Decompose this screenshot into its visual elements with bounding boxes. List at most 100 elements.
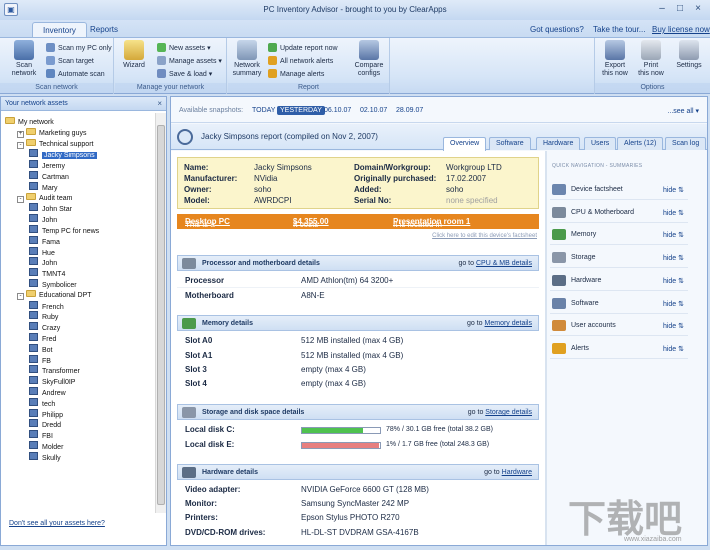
close-icon[interactable]: × [690, 3, 706, 16]
scan-target-button[interactable]: Scan target [46, 56, 94, 67]
tab-scan-log[interactable]: Scan log [665, 137, 707, 150]
quick-nav-item[interactable]: User accounts hide ⇅ [550, 315, 688, 337]
snapshot-28-09-07[interactable]: 28.09.07 [393, 106, 426, 115]
tree-item-computer[interactable]: John [29, 214, 57, 224]
memory-details-link[interactable]: Memory details [485, 320, 532, 327]
close-icon[interactable]: × [157, 99, 162, 108]
tab-inventory[interactable]: Inventory [32, 22, 87, 37]
tree-item-label: Cartman [42, 174, 69, 181]
tree-item-computer[interactable]: Skully [29, 451, 61, 462]
automate-scan-button[interactable]: Automate scan [46, 69, 105, 80]
tree-item-computer[interactable]: Jeremy [29, 160, 65, 170]
tree-item-computer[interactable]: John [29, 257, 57, 267]
cpu-mb-details-link[interactable]: CPU & MB details [476, 260, 532, 267]
tree-item-computer[interactable]: Andrew [29, 387, 66, 397]
hardware-details-link[interactable]: Hardware [502, 469, 532, 476]
snapshot-yesterday[interactable]: YESTERDAY [277, 106, 325, 115]
tree-item-computer[interactable]: Fama [29, 235, 60, 246]
tab-hardware[interactable]: Hardware [536, 137, 581, 150]
quick-nav-item[interactable]: Software hide ⇅ [550, 293, 688, 314]
tree-item-computer[interactable]: Bot [29, 343, 53, 354]
scroll-thumb[interactable] [157, 125, 165, 505]
network-summary-button[interactable]: Network summary [230, 40, 264, 78]
tree-item-computer[interactable]: Temp PC for news [29, 225, 99, 235]
tree-item-computer[interactable]: Jacky Simpsons [29, 149, 97, 160]
hide-link[interactable]: hide ⇅ [663, 345, 684, 353]
hide-link[interactable]: hide ⇅ [663, 209, 684, 217]
quick-nav-label: User accounts [571, 322, 616, 330]
manage-alerts-button[interactable]: Manage alerts [268, 69, 324, 80]
tree-item-computer[interactable]: tech [29, 397, 55, 408]
hide-link[interactable]: hide ⇅ [663, 254, 684, 262]
tab-overview[interactable]: Overview [443, 137, 487, 151]
snapshot-today[interactable]: TODAY [249, 106, 278, 115]
minimize-icon[interactable]: – [654, 3, 670, 16]
edit-factsheet-link[interactable]: Click here to edit this device's factshe… [432, 233, 537, 239]
scan-my-pc-button[interactable]: Scan my PC only [46, 43, 112, 54]
all-network-alerts-button[interactable]: All network alerts [268, 56, 333, 67]
collapse-icon[interactable]: - [17, 195, 24, 203]
quick-nav-item[interactable]: Hardware hide ⇅ [550, 270, 688, 291]
tree-item-folder[interactable]: + Marketing guys [17, 127, 86, 138]
export-button[interactable]: Export this now [599, 40, 631, 78]
tree-item-computer[interactable]: Ruby [29, 311, 58, 321]
tree-item-computer[interactable]: John Star [29, 203, 72, 213]
new-assets-button[interactable]: New assets ▾ [157, 43, 211, 54]
tab-users[interactable]: Users [584, 137, 617, 150]
snapshot-02-10-07[interactable]: 02.10.07 [357, 106, 390, 115]
tree-item-computer[interactable]: Transformer [29, 365, 80, 375]
storage-details-link[interactable]: Storage details [485, 409, 532, 416]
missing-assets-link[interactable]: Don't see all your assets here? [9, 520, 105, 527]
tree-item-folder[interactable]: - Educational DPT [17, 289, 92, 300]
scan-network-button[interactable]: Scan network [6, 40, 42, 78]
hide-link[interactable]: hide ⇅ [663, 231, 684, 239]
tree-item-computer[interactable]: Philipp [29, 408, 63, 419]
tree-item-computer[interactable]: FB [29, 354, 51, 365]
quick-nav-item[interactable]: Alerts hide ⇅ [550, 338, 688, 359]
quick-nav-item[interactable]: Storage hide ⇅ [550, 247, 688, 269]
tab-reports[interactable]: Reports [80, 22, 128, 37]
tree-item-computer[interactable]: Dredd [29, 419, 61, 429]
maximize-icon[interactable]: □ [672, 3, 688, 16]
tree-item-computer[interactable]: Hue [29, 246, 55, 257]
buy-license-link[interactable]: Buy license now [652, 25, 710, 34]
see-all-snapshots-link[interactable]: ...see all ▾ [667, 107, 699, 115]
tab-alerts[interactable]: Alerts (12) [617, 137, 664, 150]
tree-item-root[interactable]: My network [5, 117, 54, 127]
tree-item-computer[interactable]: SkyFull0IP [29, 376, 75, 386]
tree-item-computer[interactable]: French [29, 300, 64, 311]
save-load-button[interactable]: Save & load ▾ [157, 69, 212, 80]
tab-software[interactable]: Software [489, 137, 531, 150]
quick-nav-item[interactable]: CPU & Motherboard hide ⇅ [550, 202, 688, 223]
compare-configs-button[interactable]: Compare configs [352, 40, 386, 78]
take-tour-link[interactable]: Take the tour... [593, 25, 645, 34]
tree-item-folder[interactable]: - Audit team [17, 192, 72, 203]
expand-icon[interactable]: + [17, 130, 24, 138]
got-questions-link[interactable]: Got questions? [530, 25, 584, 34]
tree-item-computer[interactable]: Crazy [29, 322, 60, 332]
hide-link[interactable]: hide ⇅ [663, 300, 684, 308]
hide-link[interactable]: hide ⇅ [663, 322, 684, 330]
collapse-icon[interactable]: - [17, 292, 24, 300]
quick-nav-item[interactable]: Device factsheet hide ⇅ [550, 179, 688, 200]
wizard-button[interactable]: Wizard [119, 40, 149, 70]
tree-scrollbar[interactable] [155, 113, 166, 513]
snapshot-06-10-07[interactable]: 06.10.07 [321, 106, 354, 115]
tree-item-computer[interactable]: Molder [29, 441, 63, 451]
tree-item-computer[interactable]: Fred [29, 333, 56, 343]
hide-link[interactable]: hide ⇅ [663, 186, 684, 194]
print-button[interactable]: Print this now [635, 40, 667, 78]
tree-item-computer[interactable]: FBI [29, 430, 53, 440]
tree-item-computer[interactable]: Cartman [29, 171, 69, 181]
settings-button[interactable]: Settings [673, 40, 705, 70]
collapse-icon[interactable]: - [17, 141, 24, 149]
tree-item-computer[interactable]: TMNT4 [29, 268, 65, 278]
manage-assets-button[interactable]: Manage assets ▾ [157, 56, 222, 67]
computer-icon [29, 322, 38, 331]
update-report-button[interactable]: Update report now [268, 43, 338, 54]
tree-item-computer[interactable]: Mary [29, 181, 58, 192]
quick-nav-item[interactable]: Memory hide ⇅ [550, 224, 688, 246]
hide-link[interactable]: hide ⇅ [663, 277, 684, 285]
tree-item-folder[interactable]: - Technical support [17, 138, 93, 149]
tree-item-computer[interactable]: Symbolicer [29, 279, 77, 289]
